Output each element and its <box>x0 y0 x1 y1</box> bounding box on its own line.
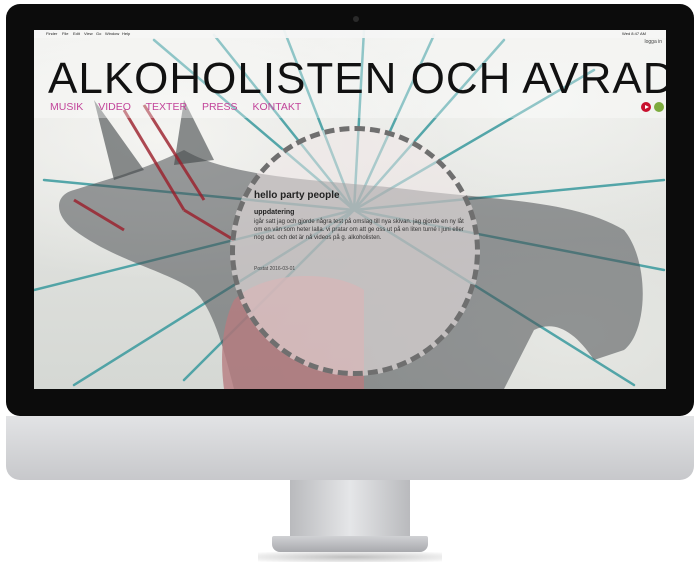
post-title[interactable]: hello party people <box>254 190 340 201</box>
stand-neck <box>290 480 410 542</box>
menu-item-edit[interactable]: Edit <box>73 30 80 38</box>
menu-item-finder[interactable]: Finder <box>46 30 57 38</box>
monitor-chin <box>6 416 694 480</box>
nav-item-video[interactable]: VIDEO <box>98 101 131 113</box>
spotify-icon[interactable] <box>654 102 664 112</box>
stand-foot <box>272 536 428 552</box>
camera-dot <box>353 16 359 22</box>
menu-item-view[interactable]: View <box>84 30 93 38</box>
nav-item-musik[interactable]: MUSIK <box>50 101 83 113</box>
menu-item-help[interactable]: Help <box>122 30 130 38</box>
post-subtitle: uppdatering <box>254 209 295 216</box>
site-title: ALKOHOLISTEN OCH AVRADAN <box>48 54 666 103</box>
menu-clock: Wed 8:47 AM <box>622 31 646 36</box>
post-body: igår satt jag och gjorde några test på o… <box>254 219 464 242</box>
menu-item-go[interactable]: Go <box>96 30 101 38</box>
main-nav: MUSIK VIDEO TEXTER PRESS KONTAKT <box>50 101 313 113</box>
menu-item-file[interactable]: File <box>62 30 68 38</box>
post-circle <box>230 126 480 376</box>
post-date: Postat 2016-03-01 <box>254 266 296 272</box>
nav-item-texter[interactable]: TEXTER <box>146 101 187 113</box>
menu-bar: Finder File Edit View Go Window Help Wed… <box>34 30 666 38</box>
login-link[interactable]: logga in <box>644 39 662 45</box>
nav-item-kontakt[interactable]: KONTAKT <box>252 101 301 113</box>
menu-item-window[interactable]: Window <box>105 30 119 38</box>
nav-item-press[interactable]: PRESS <box>202 101 238 113</box>
stand-shadow <box>258 552 442 562</box>
play-icon[interactable] <box>641 102 651 112</box>
imac-frame: Finder File Edit View Go Window Help Wed… <box>0 0 700 571</box>
screen: Finder File Edit View Go Window Help Wed… <box>34 30 666 389</box>
